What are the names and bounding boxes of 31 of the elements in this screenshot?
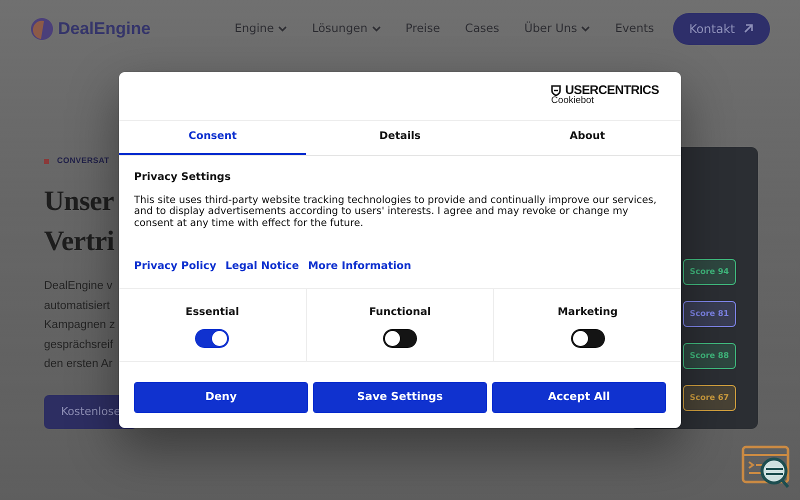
shield-icon xyxy=(551,84,562,96)
dialog-link[interactable]: Privacy Policy xyxy=(134,259,216,275)
dialog-tab[interactable]: About xyxy=(494,121,681,155)
toggle-switch[interactable] xyxy=(383,328,417,348)
contact-button[interactable]: Kontakt xyxy=(673,12,770,44)
arrow-up-right-icon xyxy=(743,23,754,34)
dialog-tab[interactable]: Details xyxy=(306,121,494,155)
brand-subtitle: Cookiebot xyxy=(551,96,595,106)
category-label: Functional xyxy=(369,305,431,320)
dialog-link[interactable]: More Information xyxy=(308,259,412,275)
dialog-button[interactable]: Save Settings xyxy=(313,382,487,413)
toggle-switch[interactable] xyxy=(195,328,230,348)
score-tag: Score 94 xyxy=(682,259,736,285)
dialog-button[interactable]: Deny xyxy=(134,382,308,413)
brand-name: USERCENTRICS xyxy=(565,84,659,96)
dialog-link[interactable]: Legal Notice xyxy=(225,259,299,275)
dialog-button[interactable]: Accept All xyxy=(492,382,666,413)
eyebrow-label: CONVERSAT xyxy=(57,155,110,167)
score-tag: Score 67 xyxy=(682,385,736,411)
consent-text: This site uses third-party website tracking technologies to provide and continually improve our services, and to display advertisements according to users' interests. I agree and may revoke or change my consent at any time with effect for the future. xyxy=(134,194,658,230)
chat-widget-icon[interactable] xyxy=(741,444,791,490)
score-tag: Score 81 xyxy=(682,301,736,327)
hero-heading: Unser Vertri xyxy=(44,185,114,259)
score-tag: Score 88 xyxy=(682,343,736,369)
dialog-tab[interactable]: Consent xyxy=(119,121,306,155)
logo-icon xyxy=(30,16,54,40)
toggle-switch[interactable] xyxy=(570,328,605,348)
bullet-icon xyxy=(44,158,49,164)
category-label: Essential xyxy=(186,305,240,320)
category-label: Marketing xyxy=(558,305,618,320)
dialog-title: Privacy Settings xyxy=(134,170,232,185)
